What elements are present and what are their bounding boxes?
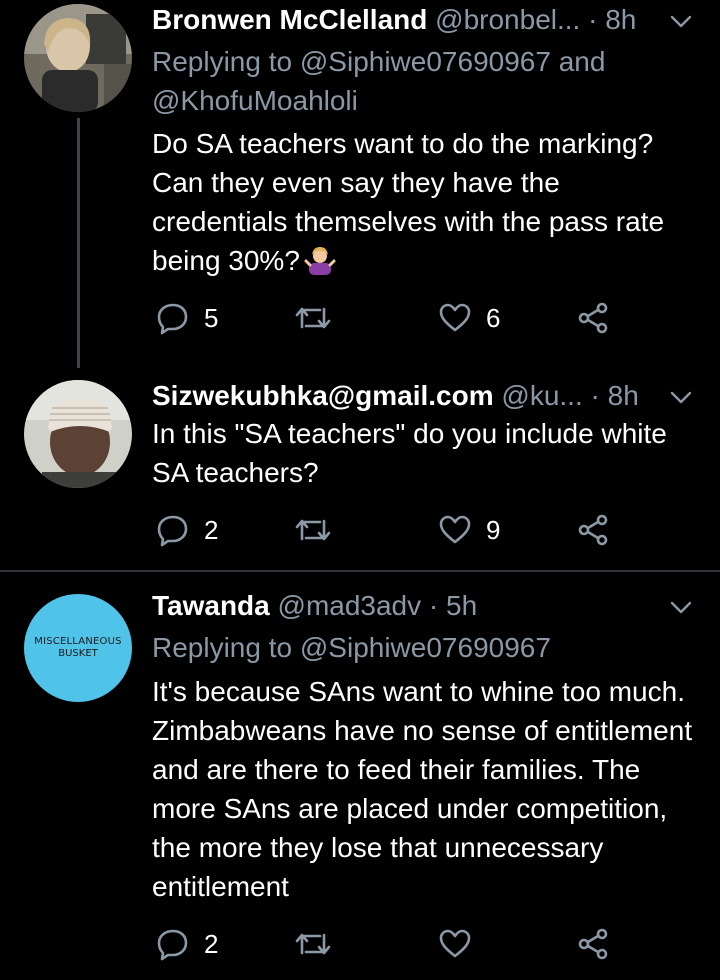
tweet-actions: 2 9 bbox=[152, 508, 632, 552]
chevron-down-icon[interactable] bbox=[666, 592, 696, 622]
reply-icon bbox=[157, 515, 188, 547]
display-name[interactable]: Sizwekubhka@gmail.com bbox=[152, 380, 494, 411]
heart-icon bbox=[439, 515, 471, 544]
share-button[interactable] bbox=[576, 922, 610, 966]
like-button[interactable] bbox=[438, 922, 486, 966]
user-handle[interactable]: @mad3adv bbox=[278, 590, 422, 621]
like-count: 9 bbox=[486, 514, 501, 545]
avatar-text: BUSKET bbox=[58, 648, 98, 659]
reply-button[interactable]: 2 bbox=[156, 508, 218, 552]
tweet-actions: 2 bbox=[152, 922, 632, 966]
share-icon bbox=[578, 928, 608, 960]
timestamp[interactable]: 5h bbox=[446, 590, 477, 621]
retweet-icon bbox=[295, 933, 331, 955]
reply-icon bbox=[157, 929, 188, 961]
tweet-text: It's because SAns want to whine too much… bbox=[152, 676, 693, 902]
reply-context: Replying to @Siphiwe07690967 bbox=[152, 628, 680, 667]
separator-dot: · bbox=[428, 590, 439, 621]
reply-button[interactable]: 2 bbox=[156, 922, 218, 966]
tweet-3[interactable]: MISCELLANEOUS BUSKET Tawanda @mad3adv · … bbox=[0, 572, 720, 980]
retweet-icon bbox=[295, 519, 331, 541]
tweet-text: In this "SA teachers" do you include whi… bbox=[152, 418, 667, 488]
separator-dot: · bbox=[590, 380, 600, 411]
avatar[interactable]: MISCELLANEOUS BUSKET bbox=[24, 594, 132, 702]
chevron-down-icon[interactable] bbox=[666, 382, 696, 412]
reply-prefix: Replying to bbox=[152, 632, 293, 663]
tweet-header: Sizwekubhka@gmail.com @ku... · 8h bbox=[152, 376, 658, 416]
share-icon bbox=[578, 514, 608, 546]
avatar[interactable] bbox=[24, 380, 132, 488]
heart-icon bbox=[439, 929, 471, 958]
user-handle[interactable]: @ku... bbox=[501, 380, 582, 411]
share-button[interactable] bbox=[576, 508, 610, 552]
reply-count: 2 bbox=[204, 514, 219, 545]
like-button[interactable]: 9 bbox=[438, 508, 500, 552]
retweet-button[interactable] bbox=[294, 508, 346, 552]
tweet-header: Tawanda @mad3adv · 5h bbox=[152, 586, 658, 626]
display-name[interactable]: Tawanda bbox=[152, 590, 270, 621]
retweet-button[interactable] bbox=[294, 922, 346, 966]
reply-mention[interactable]: @Siphiwe07690967 bbox=[300, 632, 551, 663]
timestamp[interactable]: 8h bbox=[608, 380, 639, 411]
tweet-2[interactable]: Sizwekubhka@gmail.com @ku... · 8h In thi… bbox=[0, 0, 720, 570]
reply-count: 2 bbox=[204, 928, 219, 959]
avatar-text: MISCELLANEOUS bbox=[34, 636, 122, 647]
